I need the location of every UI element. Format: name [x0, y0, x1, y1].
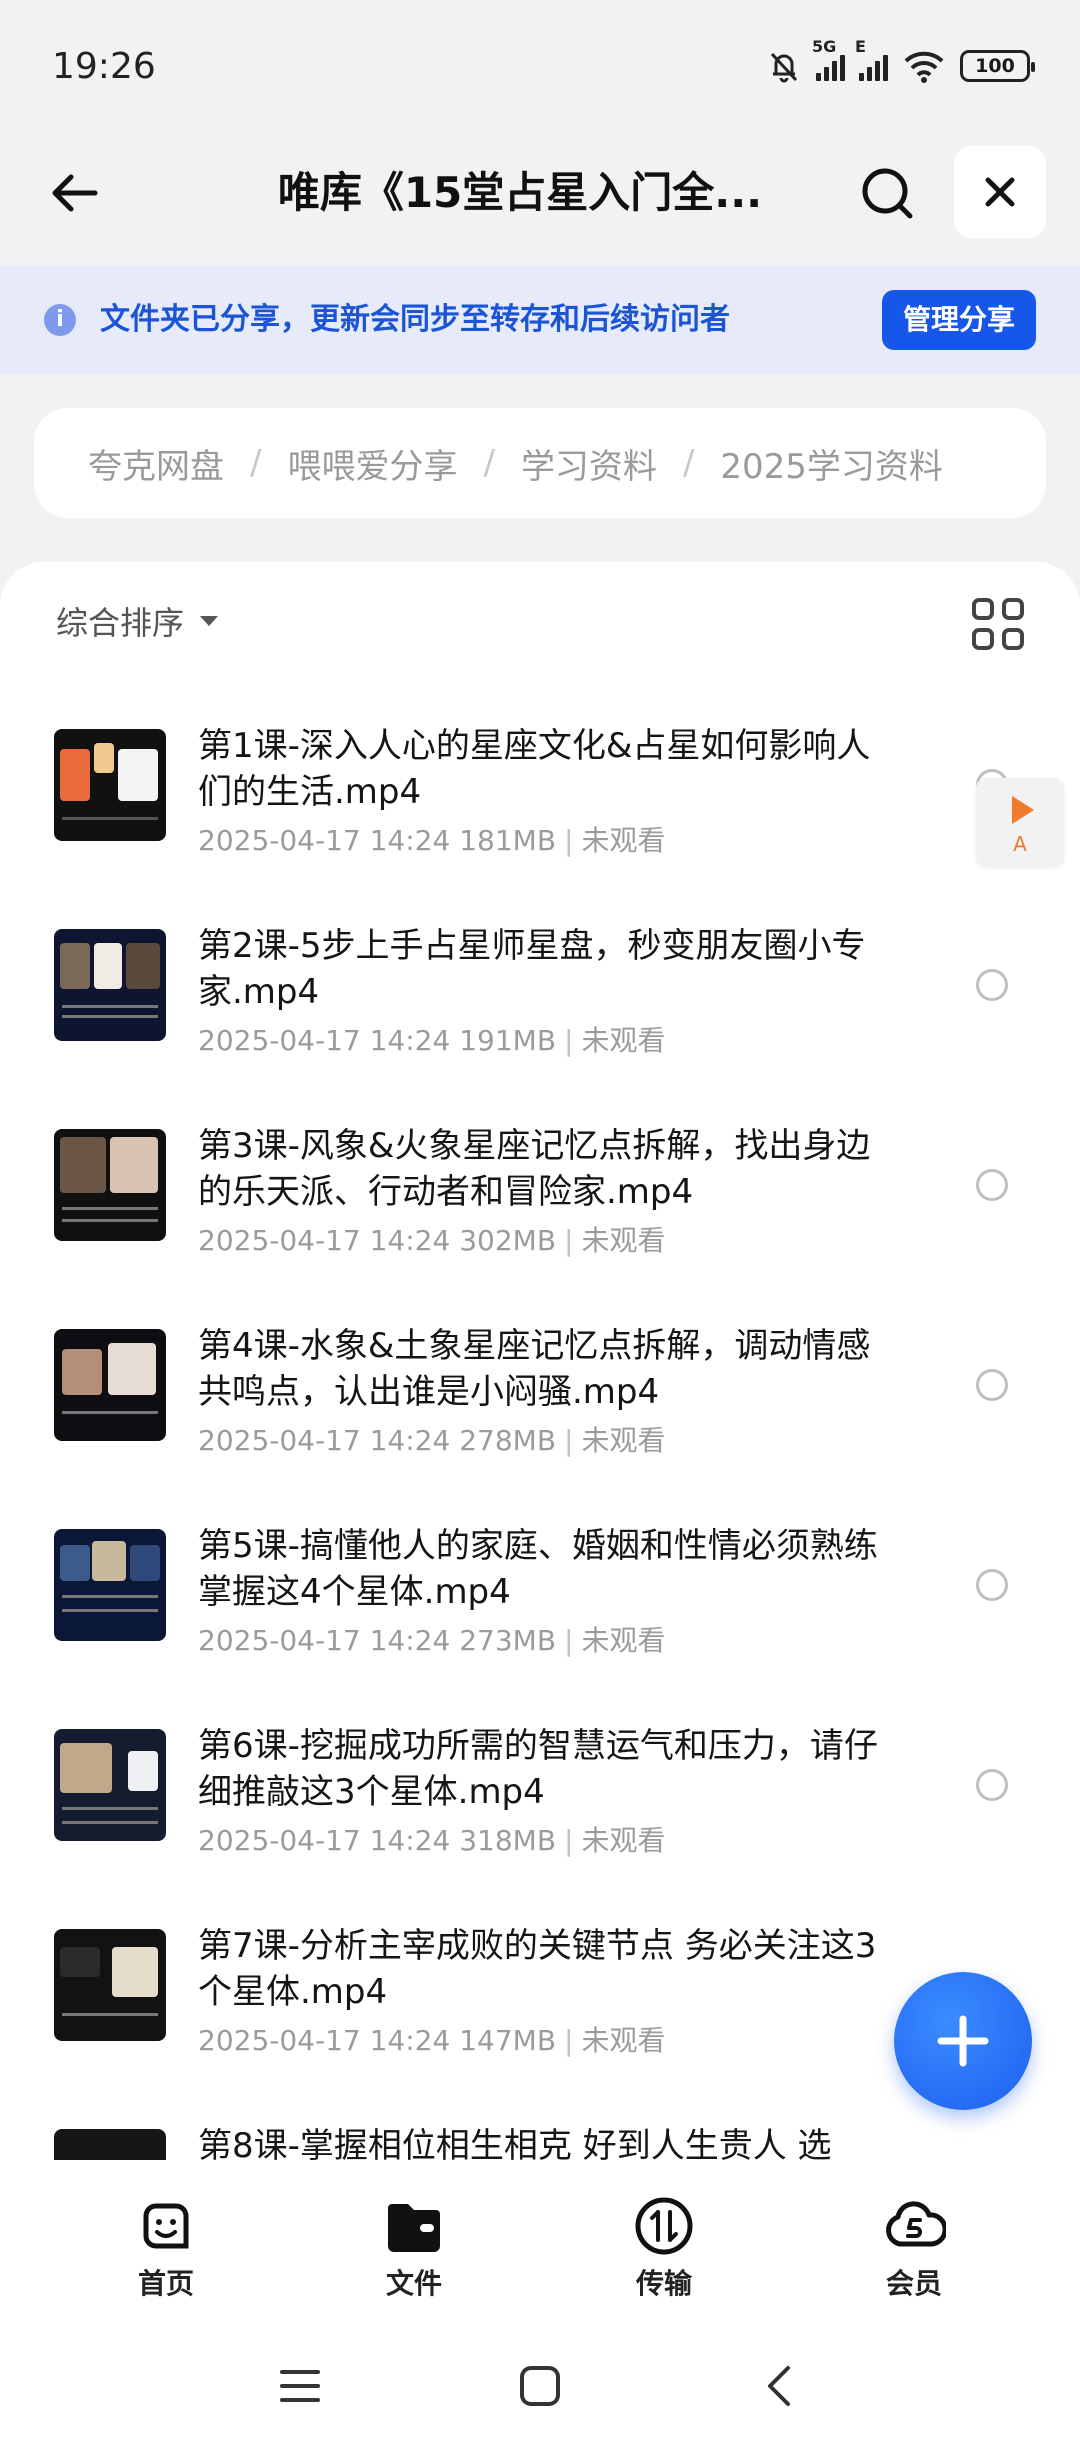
- home-square-icon: [520, 2366, 560, 2406]
- tab-label: 文件: [385, 2267, 442, 2300]
- breadcrumb-separator: /: [483, 443, 495, 483]
- file-name: 第5课-搞懂他人的家庭、婚姻和性情必须熟练掌握这4个星体.mp4: [198, 1526, 878, 1612]
- vip-icon: [886, 2201, 946, 2247]
- select-checkbox[interactable]: [976, 1369, 1008, 1401]
- file-name: 第8课-掌握相位相生相克 好到人生贵人 选: [198, 2126, 832, 2160]
- status-bar: 19:26 5G E 100: [0, 0, 1080, 130]
- close-button[interactable]: [954, 146, 1046, 238]
- page-title: 唯库《15堂占星入门全...: [277, 168, 763, 217]
- file-name: 第6课-挖掘成功所需的智慧运气和压力，请仔细推敲这3个星体.mp4: [198, 1726, 878, 1812]
- breadcrumb-item[interactable]: 2025学习资料: [720, 439, 943, 488]
- file-meta: 2025-04-17 14:24 302MB | 未观看: [198, 1224, 666, 1257]
- file-meta: 2025-04-17 14:24 278MB | 未观看: [198, 1424, 666, 1457]
- file-meta: 2025-04-17 14:24 181MB | 未观看: [198, 824, 666, 857]
- tab-label: 传输: [635, 2267, 692, 2300]
- add-button[interactable]: [894, 1972, 1032, 2110]
- home-button[interactable]: [508, 2354, 572, 2418]
- share-banner-text: 文件夹已分享，更新会同步至转存和后续访问者: [100, 302, 730, 337]
- select-checkbox[interactable]: [976, 1169, 1008, 1201]
- breadcrumb: 夸克网盘 / 喂喂爱分享 / 学习资料 / 2025学习资料: [34, 408, 1046, 518]
- battery-indicator: 100: [960, 50, 1035, 82]
- file-row[interactable]: 第6课-挖掘成功所需的智慧运气和压力，请仔细推敲这3个星体.mp4 2025-0…: [0, 1726, 1080, 1929]
- video-thumbnail: [54, 1729, 166, 1841]
- status-icons: 5G E 100: [766, 37, 1035, 88]
- floating-widget-label: A: [1013, 832, 1027, 856]
- tab-vip[interactable]: 会员: [834, 2194, 994, 2304]
- breadcrumb-item[interactable]: 喂喂爱分享: [287, 439, 457, 488]
- breadcrumb-separator: /: [250, 443, 262, 483]
- file-meta: 2025-04-17 14:24 191MB | 未观看: [198, 1024, 666, 1057]
- sort-label: 综合排序: [56, 604, 185, 642]
- file-name: 第2课-5步上手占星师星盘，秒变朋友圈小专家.mp4: [198, 926, 866, 1012]
- file-row[interactable]: 第2课-5步上手占星师星盘，秒变朋友圈小专家.mp4 2025-04-17 14…: [0, 926, 1080, 1129]
- breadcrumb-item[interactable]: 学习资料: [521, 439, 657, 488]
- tab-home[interactable]: 首页: [86, 2194, 246, 2304]
- search-icon: [862, 168, 913, 219]
- file-row[interactable]: 第4课-水象&土象星座记忆点拆解，调动情感共鸣点，认出谁是小闷骚.mp4 202…: [0, 1326, 1080, 1529]
- grid-icon: [972, 598, 994, 620]
- file-name: 第4课-水象&土象星座记忆点拆解，调动情感共鸣点，认出谁是小闷骚.mp4: [198, 1326, 871, 1412]
- wifi-icon: [904, 51, 944, 83]
- file-meta: 2025-04-17 14:24 318MB | 未观看: [198, 1824, 666, 1857]
- caret-down-icon: [200, 616, 219, 626]
- file-meta: 2025-04-17 14:24 273MB | 未观看: [198, 1624, 666, 1657]
- video-thumbnail: [54, 1529, 166, 1641]
- system-back-button[interactable]: [748, 2354, 812, 2418]
- menu-icon: [280, 2370, 320, 2402]
- tab-files[interactable]: 文件: [334, 2194, 494, 2304]
- video-thumbnail: [54, 729, 166, 841]
- video-thumbnail: [54, 1929, 166, 2041]
- file-row[interactable]: 第8课-掌握相位相生相克 好到人生贵人 选: [0, 2126, 1080, 2160]
- mute-bell-icon: [770, 52, 798, 83]
- grid-view-toggle[interactable]: [972, 598, 1024, 650]
- info-icon: i: [44, 304, 76, 336]
- tab-label: 首页: [137, 2267, 194, 2300]
- tab-label: 会员: [885, 2267, 942, 2300]
- video-thumbnail: [54, 2129, 166, 2160]
- tab-transfer[interactable]: 传输: [584, 2194, 744, 2304]
- signal-icon-2: E: [855, 37, 888, 81]
- plus-icon: [937, 2015, 989, 2067]
- manage-share-button[interactable]: 管理分享: [882, 290, 1036, 350]
- file-row[interactable]: 第1课-深入人心的星座文化&占星如何影响人们的生活.mp4 2025-04-17…: [0, 726, 1080, 929]
- play-icon: [1012, 796, 1034, 824]
- folder-icon: [388, 2204, 440, 2252]
- transfer-icon: [635, 2197, 693, 2255]
- signal-icon-1: 5G: [812, 37, 845, 81]
- file-list-panel: 综合排序 第1课-深入人心的星座文化&占星如何影响人们的生活.mp4 2025-…: [0, 562, 1080, 2160]
- select-checkbox[interactable]: [976, 969, 1008, 1001]
- recent-apps-button[interactable]: [268, 2354, 332, 2418]
- file-meta: 2025-04-17 14:24 147MB | 未观看: [198, 2024, 666, 2057]
- close-icon: [985, 177, 1015, 207]
- floating-play-widget[interactable]: A: [976, 778, 1064, 866]
- top-app-bar: 唯库《15堂占星入门全...: [0, 130, 1080, 266]
- sort-dropdown[interactable]: 综合排序: [56, 598, 219, 644]
- video-thumbnail: [54, 1129, 166, 1241]
- file-name: 第1课-深入人心的星座文化&占星如何影响人们的生活.mp4: [198, 726, 871, 812]
- video-thumbnail: [54, 1329, 166, 1441]
- back-arrow-icon: [52, 174, 98, 212]
- breadcrumb-item[interactable]: 夸克网盘: [88, 439, 224, 488]
- smile-home-icon: [143, 2203, 189, 2249]
- share-banner: i 文件夹已分享，更新会同步至转存和后续访问者 管理分享: [0, 266, 1080, 374]
- system-navigation-bar: [0, 2310, 1080, 2460]
- back-chevron-icon: [768, 2366, 790, 2406]
- file-row[interactable]: 第5课-搞懂他人的家庭、婚姻和性情必须熟练掌握这4个星体.mp4 2025-04…: [0, 1526, 1080, 1729]
- file-name: 第7课-分析主宰成败的关键节点 务必关注这3个星体.mp4: [198, 1926, 877, 2012]
- video-thumbnail: [54, 929, 166, 1041]
- bottom-tab-bar: 首页 文件 传输 会员: [0, 2160, 1080, 2310]
- file-row[interactable]: 第3课-风象&火象星座记忆点拆解，找出身边的乐天派、行动者和冒险家.mp4 20…: [0, 1126, 1080, 1329]
- back-button[interactable]: [40, 158, 110, 228]
- file-name: 第3课-风象&火象星座记忆点拆解，找出身边的乐天派、行动者和冒险家.mp4: [198, 1126, 871, 1212]
- search-button[interactable]: [852, 158, 924, 230]
- status-time: 19:26: [52, 46, 156, 87]
- select-checkbox[interactable]: [976, 1769, 1008, 1801]
- breadcrumb-separator: /: [682, 443, 695, 483]
- select-checkbox[interactable]: [976, 1569, 1008, 1601]
